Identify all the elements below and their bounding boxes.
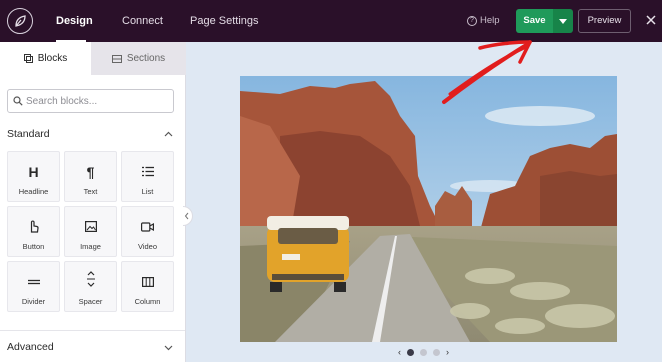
search-box (7, 89, 174, 113)
block-list-label: List (141, 187, 154, 196)
top-bar: Design Connect Page Settings ? Help Save… (0, 0, 662, 42)
seedprod-logo-icon[interactable] (7, 8, 33, 34)
block-column[interactable]: Column (121, 261, 174, 312)
annotation-arrow-icon (442, 40, 532, 104)
block-column-label: Column (134, 297, 161, 306)
block-video[interactable]: Video (121, 206, 174, 257)
carousel-next-icon[interactable]: › (446, 348, 449, 357)
block-button[interactable]: Button (7, 206, 60, 257)
carousel-dot-3[interactable] (433, 349, 440, 356)
paragraph-icon: ¶ (86, 164, 95, 180)
hero-image[interactable] (240, 76, 617, 342)
block-text-label: Text (83, 187, 98, 196)
divider-icon (8, 274, 59, 292)
advanced-section-title[interactable]: Advanced (7, 341, 54, 353)
tab-blocks-label: Blocks (37, 53, 68, 64)
blocks-icon (23, 54, 33, 63)
search-icon (13, 96, 23, 106)
carousel-dot-2[interactable] (420, 349, 427, 356)
help-label: Help (480, 15, 500, 26)
tab-design[interactable]: Design (56, 0, 93, 42)
desert-road-van-photo (240, 76, 617, 342)
block-list[interactable]: List (121, 151, 174, 202)
column-icon (122, 274, 173, 292)
block-headline-label: Headline (18, 187, 49, 196)
section-divider (0, 330, 185, 331)
caret-down-icon (559, 18, 567, 24)
pointer-icon (8, 219, 59, 238)
tab-sections-label: Sections (126, 53, 166, 64)
spacer-icon (65, 271, 116, 292)
video-icon (122, 219, 173, 237)
headline-icon: H (28, 164, 39, 180)
block-image[interactable]: Image (64, 206, 117, 257)
block-video-label: Video (137, 242, 158, 251)
chevron-down-icon[interactable] (164, 343, 173, 352)
block-divider-label: Divider (21, 297, 46, 306)
preview-button[interactable]: Preview (578, 9, 631, 33)
tab-blocks[interactable]: Blocks (0, 42, 91, 75)
block-text[interactable]: ¶ Text (64, 151, 117, 202)
carousel-nav: ‹ › (398, 348, 449, 357)
list-icon (122, 164, 173, 182)
save-options-dropdown[interactable] (553, 9, 573, 33)
block-headline[interactable]: H Headline (7, 151, 60, 202)
tab-page-settings[interactable]: Page Settings (190, 0, 259, 42)
block-button-label: Button (22, 242, 45, 251)
block-spacer-label: Spacer (78, 297, 103, 306)
image-icon (65, 219, 116, 237)
standard-section-title[interactable]: Standard (7, 128, 50, 140)
tab-sections[interactable]: Sections (91, 42, 186, 75)
search-input[interactable] (26, 94, 166, 109)
block-image-label: Image (80, 242, 101, 251)
help-icon: ? (467, 15, 477, 26)
sidebar: Blocks Sections Standard H Headline ¶ Te… (0, 42, 186, 362)
tab-connect[interactable]: Connect (122, 0, 163, 42)
sections-icon (111, 54, 122, 63)
carousel-dot-1[interactable] (407, 349, 414, 356)
block-divider[interactable]: Divider (7, 261, 60, 312)
close-icon[interactable] (644, 13, 658, 27)
carousel-prev-icon[interactable]: ‹ (398, 348, 401, 357)
save-button[interactable]: Save (516, 9, 553, 33)
block-spacer[interactable]: Spacer (64, 261, 117, 312)
chevron-up-icon[interactable] (164, 130, 173, 139)
help-link[interactable]: ? Help (467, 15, 500, 26)
